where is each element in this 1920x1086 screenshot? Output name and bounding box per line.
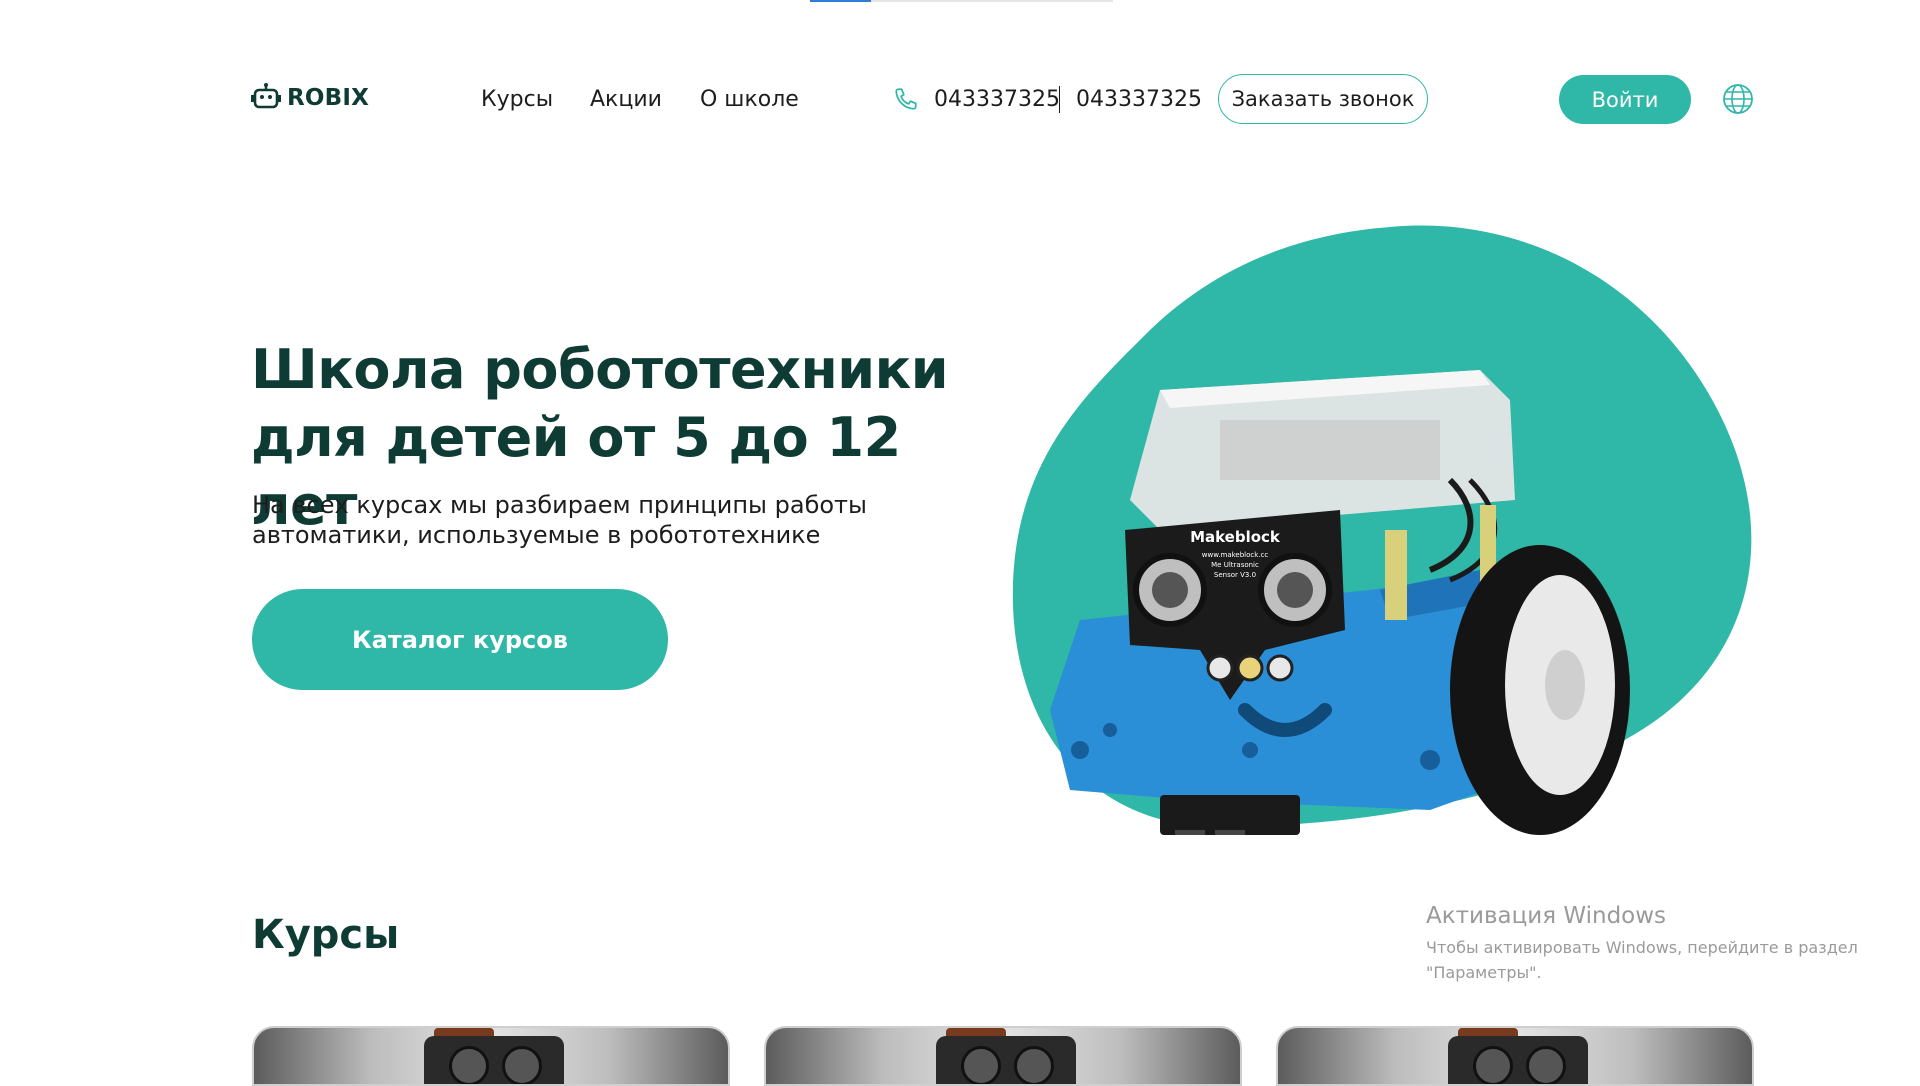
robot-icon (251, 83, 281, 113)
login-button[interactable]: Войти (1559, 75, 1691, 124)
nav-item-about[interactable]: О школе (700, 87, 799, 112)
robot-sensor-name: Me Ultrasonic (1211, 561, 1259, 569)
course-card[interactable] (252, 1026, 730, 1086)
nav-item-courses[interactable]: Курсы (481, 87, 553, 112)
robot-brand-url: www.makeblock.cc (1202, 551, 1269, 559)
windows-activation-watermark: Активация Windows Чтобы активировать Win… (1426, 903, 1858, 985)
hero-subtitle-line-1: На всех курсах мы разбираем принципы раб… (252, 491, 867, 519)
watermark-line-1: Чтобы активировать Windows, перейдите в … (1426, 938, 1858, 957)
hero-subtitle: На всех курсах мы разбираем принципы раб… (252, 490, 972, 550)
watermark-title: Активация Windows (1426, 903, 1667, 929)
course-card-image (424, 1036, 564, 1084)
line-sensor (1160, 795, 1300, 835)
order-call-button[interactable]: Заказать звонок (1218, 74, 1428, 124)
course-card-image (936, 1036, 1076, 1084)
phone-number-2[interactable]: 043337325 (1076, 87, 1202, 112)
top-scroll-indicator-active (810, 0, 871, 2)
course-card-image (1448, 1036, 1588, 1084)
catalog-button[interactable]: Каталог курсов (252, 589, 668, 690)
course-card[interactable] (764, 1026, 1242, 1086)
phone-divider (1059, 86, 1060, 113)
phone-icon (893, 86, 919, 116)
top-scroll-indicator (810, 0, 1113, 2)
watermark-text: Чтобы активировать Windows, перейдите в … (1426, 935, 1858, 985)
globe-icon[interactable] (1722, 83, 1754, 119)
logo[interactable]: ROBIX (251, 83, 369, 113)
robot-sensor-version: Sensor V3.0 (1214, 571, 1256, 579)
nav-item-promotions[interactable]: Акции (590, 87, 662, 112)
watermark-line-2: "Параметры". (1426, 963, 1542, 982)
robot-brand-label: Makeblock (1190, 528, 1281, 546)
hero-title-line-1: Школа робототехники (251, 338, 949, 401)
hero-robot-illustration: Makeblock www.makeblock.cc Me Ultrasonic… (1012, 225, 1752, 835)
hero-subtitle-line-2: автоматики, используемые в робототехнике (252, 521, 821, 549)
courses-section-title: Курсы (252, 912, 400, 958)
course-card[interactable] (1276, 1026, 1754, 1086)
logo-text: ROBIX (287, 85, 370, 111)
phone-number-1[interactable]: 043337325 (934, 87, 1060, 112)
